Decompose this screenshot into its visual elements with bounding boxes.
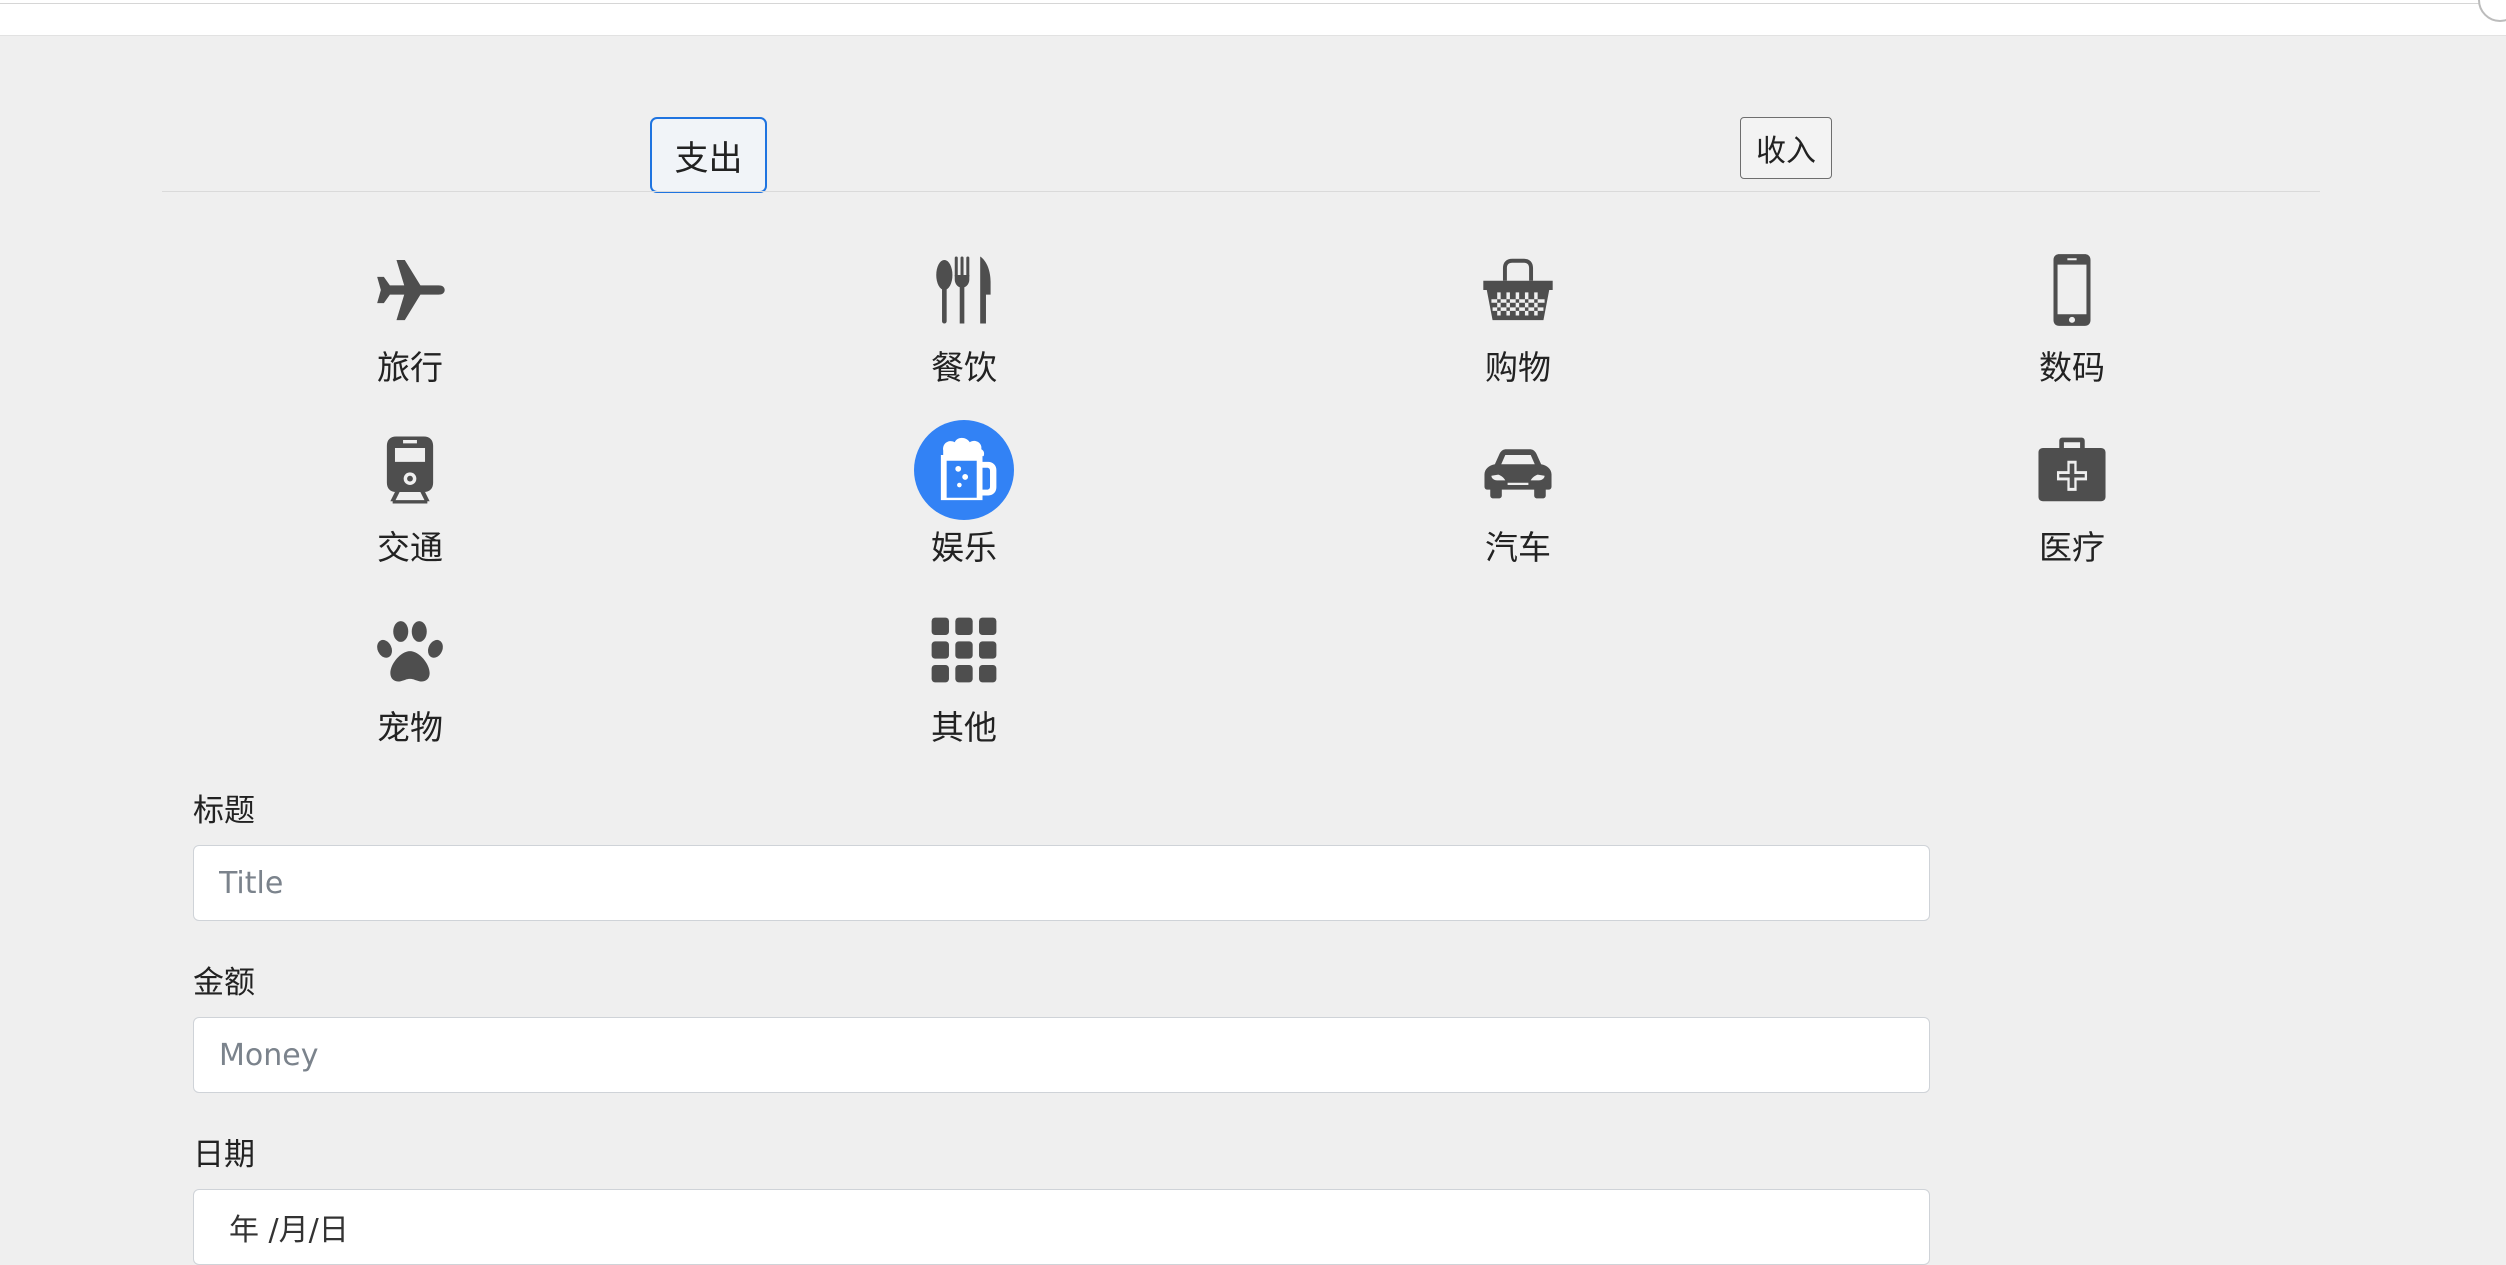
window-top-bar: [0, 0, 2506, 36]
category-dining[interactable]: 餐饮: [864, 240, 1064, 400]
category-shopping[interactable]: 购物: [1418, 240, 1618, 400]
category-label: 医疗: [2039, 528, 2105, 567]
category-pet[interactable]: 宠物: [310, 600, 510, 760]
phone-icon: [2022, 240, 2122, 340]
medkit-icon: [2022, 420, 2122, 520]
category-label: 其他: [931, 708, 997, 747]
category-other[interactable]: 其他: [864, 600, 1064, 760]
category-label: 宠物: [377, 708, 443, 747]
category-travel[interactable]: 旅行: [310, 240, 510, 400]
date-input[interactable]: 年 /月/日: [193, 1189, 1930, 1265]
category-label: 娱乐: [931, 528, 997, 567]
grid-icon: [914, 600, 1014, 700]
category-car[interactable]: 汽车: [1418, 420, 1618, 580]
basket-icon: [1468, 240, 1568, 340]
car-icon: [1468, 420, 1568, 520]
category-transport[interactable]: 交通: [310, 420, 510, 580]
category-label: 旅行: [377, 348, 443, 387]
paw-icon: [360, 600, 460, 700]
category-label: 汽车: [1485, 528, 1551, 567]
tab-expense[interactable]: 支出: [650, 117, 767, 193]
category-entertainment[interactable]: 娱乐: [864, 420, 1064, 580]
utensils-icon: [914, 240, 1014, 340]
plane-icon: [360, 240, 460, 340]
date-input-display: 年 /月/日: [229, 1213, 349, 1248]
category-medical[interactable]: 医疗: [1972, 420, 2172, 580]
tab-income[interactable]: 收入: [1740, 117, 1832, 179]
title-label: 标题: [193, 793, 255, 829]
beer-mug-icon: [914, 420, 1014, 520]
category-label: 交通: [377, 528, 443, 567]
money-input[interactable]: [193, 1017, 1930, 1093]
category-digital[interactable]: 数码: [1972, 240, 2172, 400]
top-divider: [0, 3, 2506, 4]
train-icon: [360, 420, 460, 520]
tabs-divider: [162, 191, 2320, 192]
money-label: 金额: [193, 965, 255, 1001]
window-corner-button[interactable]: [2478, 0, 2506, 22]
title-input[interactable]: [193, 845, 1930, 921]
date-label: 日期: [193, 1137, 255, 1173]
category-label: 购物: [1485, 348, 1551, 387]
category-label: 数码: [2039, 348, 2105, 387]
category-label: 餐饮: [931, 348, 997, 387]
